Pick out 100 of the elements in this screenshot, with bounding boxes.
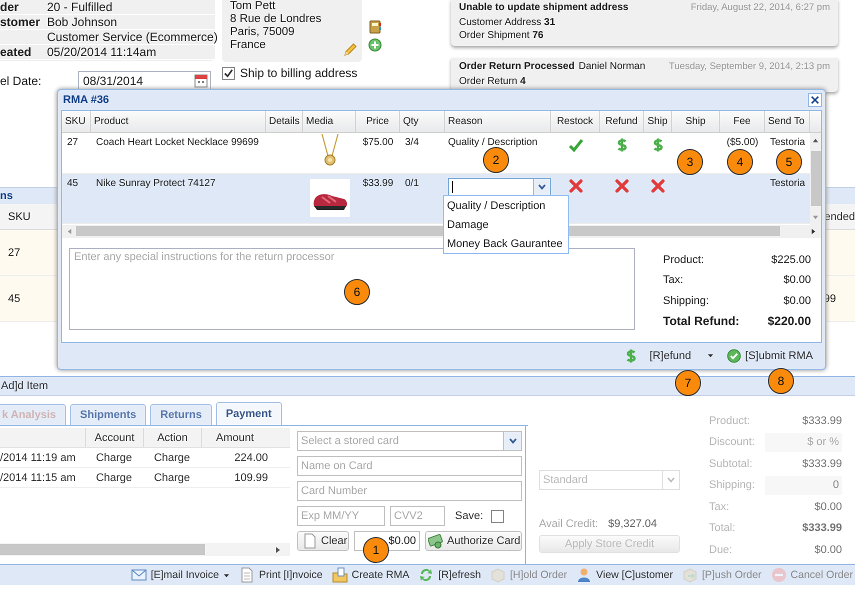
summary-label: Product:: [709, 414, 750, 427]
chevron-icon: [508, 436, 518, 446]
table-cell-text: Charge: [152, 452, 192, 464]
tab[interactable]: Shipments: [70, 404, 146, 425]
summary-value: $333.99: [802, 414, 842, 427]
table-cell-text: 27: [66, 136, 80, 150]
dialog-title: RMA #36: [63, 94, 110, 106]
total-label: Product:: [663, 254, 704, 266]
close-icon: [810, 94, 820, 105]
column-header: SKU: [7, 210, 31, 222]
table-cell-text: 3/4: [404, 136, 420, 150]
table-cell-text: /2014 11:19 am: [0, 452, 77, 464]
summary-label: Due:: [709, 544, 732, 556]
column-header: Ship: [644, 110, 672, 132]
table-cell-text: $75.00: [362, 136, 394, 150]
column-header: Restock: [551, 110, 600, 132]
summary-label: Discount:: [709, 436, 755, 448]
box-icon: [490, 567, 506, 583]
column-header: Ship: [672, 110, 720, 132]
checkbox[interactable]: [222, 66, 235, 80]
calendar-icon[interactable]: [194, 74, 208, 88]
field-value: $9,327.04: [608, 518, 658, 530]
table-cell-text: Charge: [152, 472, 192, 484]
table-cell-text: Coach Heart Locket Necklace 99699: [95, 136, 260, 150]
total-value: $0.00: [783, 274, 811, 286]
table-cell: Quality / Description: [448, 136, 538, 148]
toolbar-button[interactable]: [E]mail Invoice: [128, 567, 232, 583]
clear-button[interactable]: Clear: [297, 531, 349, 551]
x-icon: [614, 178, 630, 194]
toolbar-button[interactable]: [R]efresh: [416, 567, 483, 583]
total-value: $220.00: [768, 314, 811, 328]
pencil-icon[interactable]: [342, 42, 358, 58]
tab[interactable]: Payment: [216, 402, 282, 425]
callout-marker: 7: [675, 370, 701, 396]
column-header: Send To: [765, 110, 810, 132]
column-header: Media: [303, 110, 356, 132]
address-line: Tom Pett: [230, 0, 276, 13]
table-cell-text: 27: [7, 246, 20, 258]
table-cell-text: Charge: [94, 472, 134, 484]
total-value: $0.00: [783, 294, 811, 307]
reason-dropdown[interactable]: [448, 178, 551, 196]
total-label: Tax:: [663, 274, 684, 286]
summary-value: $333.99: [802, 458, 842, 470]
table-cell-text: 45: [66, 176, 80, 191]
field-value: 05/20/2014 11:14am: [47, 45, 156, 59]
notification-date: Friday, August 22, 2014, 6:27 pm: [690, 2, 830, 13]
toolbar-button[interactable]: Create RMA: [330, 567, 412, 583]
column-header: Details: [266, 110, 303, 132]
check-icon: [568, 136, 584, 153]
notification-title: Order Return Processed: [459, 61, 575, 72]
tab[interactable]: Returns: [150, 404, 212, 425]
toolbar-button[interactable]: View [C]ustomer: [574, 567, 676, 583]
menu-item[interactable]: Quality / Description: [444, 196, 568, 215]
address-line: France: [230, 39, 267, 52]
callout-marker: 1: [363, 537, 389, 563]
address-line: 8 Rue de Londres: [230, 13, 322, 26]
notification-date: Tuesday, September 9, 2014, 2:13 pm: [668, 61, 830, 72]
box-icon: [682, 567, 698, 583]
summary-label: Shipping:: [709, 479, 755, 492]
caret-icon: [707, 352, 714, 360]
summary-value: $0.00: [814, 544, 842, 556]
table-cell: Testoria: [770, 136, 806, 148]
column-header: SKU: [62, 110, 91, 132]
address-book-icon[interactable]: [368, 20, 382, 34]
summary-label: Tax:: [709, 500, 730, 513]
checkbox[interactable]: [491, 510, 504, 522]
toolbar-button[interactable]: Print [I]nvoice: [236, 567, 325, 583]
field-label: stomer: [0, 15, 40, 29]
person-icon: [576, 567, 592, 583]
column-header: Action: [143, 428, 201, 447]
chevron-icon: [537, 182, 547, 192]
field-label: eated: [0, 45, 32, 59]
scrollbar[interactable]: [0, 543, 290, 556]
add-icon[interactable]: [368, 38, 382, 52]
notification-detail: Order Shipment 76: [459, 29, 544, 42]
table-cell-text: /2014 11:15 am: [0, 472, 77, 484]
close-button[interactable]: [808, 92, 822, 107]
scroll-arrow-icon[interactable]: [274, 546, 282, 554]
field-label: Avail Credit:: [539, 518, 598, 530]
checkbox-label: Ship to billing address: [240, 66, 358, 80]
total-label: Shipping:: [663, 294, 709, 307]
add-item-button[interactable]: Ad]d Item: [0, 380, 48, 392]
refund-button[interactable]: [R]efund: [648, 350, 716, 362]
notification-detail: Customer Address 31: [459, 16, 556, 29]
column-header: Fee: [720, 110, 765, 132]
table-cell-text: 109.99: [233, 472, 268, 484]
summary-label: Subtotal:: [709, 458, 752, 470]
checkbox-label: Save:: [455, 510, 484, 522]
document-icon: [302, 533, 318, 549]
column-header: Amount: [201, 428, 268, 447]
authorize-card-button[interactable]: Authorize Card: [425, 531, 522, 551]
scrollbar[interactable]: [810, 132, 821, 225]
submit-rma-button[interactable]: [S]ubmit RMA: [725, 348, 815, 363]
scroll-arrow-icon[interactable]: [812, 136, 819, 144]
total-label: Total Refund:: [663, 314, 740, 328]
table-cell: Testoria: [770, 178, 806, 189]
notification-detail: Order Return 4: [459, 75, 527, 88]
panel-title: ns: [0, 190, 13, 202]
check-circle-icon: [727, 348, 742, 363]
column-header: Qty: [400, 110, 445, 132]
